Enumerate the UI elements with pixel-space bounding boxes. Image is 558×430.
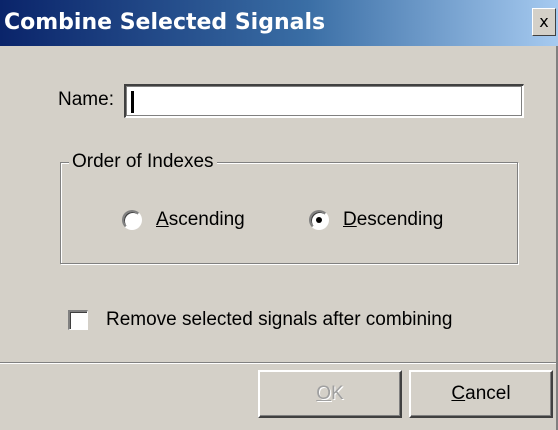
remove-signals-checkbox-row[interactable]: Remove selected signals after combining (68, 306, 452, 334)
radio-selected-dot-icon (316, 217, 322, 223)
name-label-text: ame: (71, 89, 114, 110)
ok-accelerator: O (316, 383, 332, 404)
close-button[interactable]: x (532, 8, 556, 36)
ok-label-text: K (331, 383, 344, 404)
dialog-title: Combine Selected Signals (4, 10, 326, 35)
name-input[interactable] (124, 84, 524, 118)
remove-signals-checkbox[interactable] (68, 310, 88, 330)
button-area-separator (0, 362, 556, 364)
title-bar[interactable]: Combine Selected Signals x (0, 0, 558, 46)
cancel-label-text: ancel (465, 383, 511, 404)
name-label: Name: (58, 88, 114, 112)
ascending-label[interactable]: Ascending (156, 208, 245, 232)
cancel-accelerator: C (451, 383, 466, 404)
text-caret (131, 91, 134, 113)
ok-button[interactable]: OK (258, 370, 402, 418)
ascending-radio[interactable]: Ascending (122, 207, 245, 233)
dialog-window: Combine Selected Signals x Name: Order o… (0, 0, 558, 430)
descending-label[interactable]: Descending (343, 208, 443, 232)
descending-radio[interactable]: Descending (309, 207, 443, 233)
descending-accelerator: D (343, 209, 357, 230)
ascending-radio-icon[interactable] (122, 210, 142, 230)
descending-radio-icon[interactable] (309, 210, 329, 230)
descending-label-text: escending (356, 209, 444, 230)
remove-signals-label[interactable]: Remove selected signals after combining (106, 308, 452, 332)
order-of-indexes-legend: Order of Indexes (69, 150, 217, 174)
cancel-button[interactable]: Cancel (409, 370, 553, 418)
name-label-accelerator: N (58, 89, 72, 110)
close-icon: x (539, 12, 549, 31)
ascending-accelerator: A (156, 209, 169, 230)
ascending-label-text: scending (168, 209, 245, 230)
